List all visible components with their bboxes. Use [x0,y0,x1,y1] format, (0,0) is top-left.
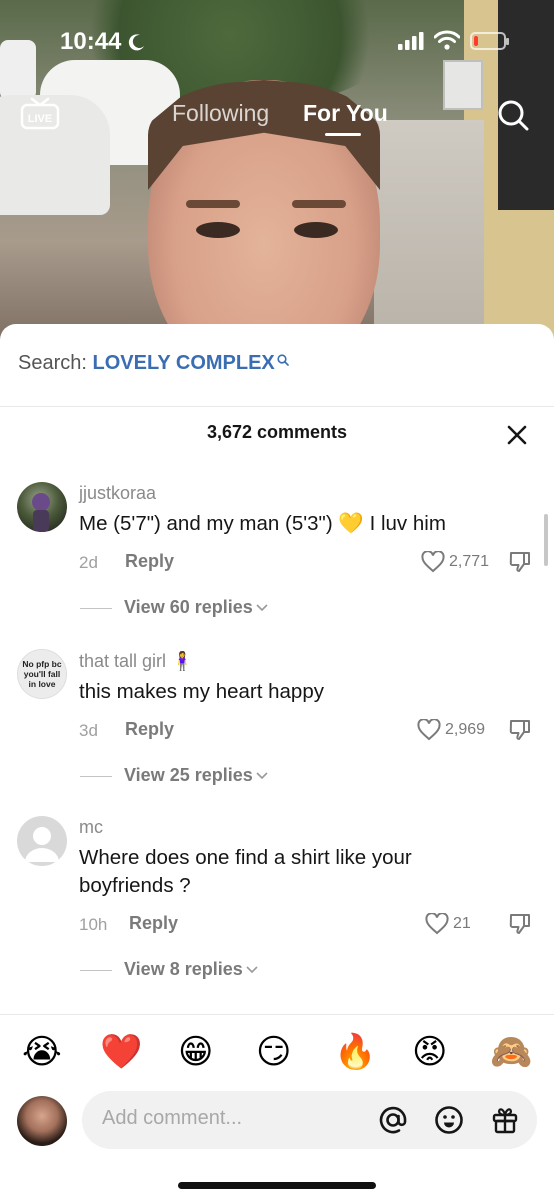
like-count: 2,969 [445,721,486,738]
view-replies-button[interactable]: View 25 replies [80,765,268,786]
comment-time: 3d [79,721,98,740]
emoji-fire[interactable]: 🔥 [334,1028,376,1076]
status-bar: 10:44 [0,0,554,84]
view-replies-label: View 25 replies [124,765,253,785]
thumbs-down-icon[interactable] [508,550,532,574]
emoji-crying[interactable]: 😭 [22,1028,62,1076]
emoji-grin[interactable]: 😁 [178,1028,213,1076]
emoji-heart[interactable]: ❤️ [100,1028,142,1076]
cellular-signal-icon [398,32,424,50]
view-replies-label: View 60 replies [124,597,253,617]
comment-placeholder: Add comment... [102,1107,243,1129]
moon-icon [128,34,144,51]
comment-text: this makes my heart happy [79,680,324,703]
divider [0,1014,554,1015]
comments-count: 3,672 comments [206,422,348,442]
live-label: LIVE [28,113,52,125]
like-count: 21 [453,915,471,932]
reply-button[interactable]: Reply [125,719,174,740]
search-suggestion[interactable]: Search: LOVELY COMPLEX [18,352,289,375]
comment-text: Where does one find a shirt like your bo… [79,846,412,897]
search-icon[interactable] [496,98,530,132]
battery-icon [470,32,509,50]
gift-icon[interactable] [490,1105,520,1135]
live-icon[interactable]: LIVE [20,96,60,130]
emoji-see-no-evil-monkey[interactable]: 🙈 [490,1028,532,1076]
tab-following[interactable]: Following [172,100,269,127]
bg-eye [196,222,240,238]
heart-icon[interactable] [417,719,441,741]
avatar[interactable]: No pfp bc you'll fall in love [17,649,67,699]
bg-brow [292,200,346,208]
avatar[interactable] [17,482,67,532]
search-prefix: Search: [18,352,87,374]
avatar[interactable] [17,816,67,866]
thumbs-down-icon[interactable] [508,718,532,742]
comment-time: 10h [79,915,108,934]
emoji-smirk[interactable]: 😏 [256,1028,291,1076]
home-indicator[interactable] [178,1182,376,1189]
heart-icon[interactable] [421,551,445,573]
reply-button[interactable]: Reply [129,913,178,934]
tab-for-you[interactable]: For You [303,100,388,127]
heart-icon[interactable] [425,913,449,935]
chevron-down-icon [256,604,268,612]
view-replies-button[interactable]: View 60 replies [80,597,268,618]
like-count: 2,771 [449,553,490,570]
status-time: 10:44 [60,28,122,55]
comment-input[interactable]: Add comment... [82,1091,537,1149]
search-term[interactable]: LOVELY COMPLEX [93,352,275,374]
top-nav: LIVE Following For You [0,90,554,140]
comment-username[interactable]: mc [79,817,103,838]
bg-stairs [374,120,484,345]
default-avatar-icon [25,827,59,862]
bg-brow [186,200,240,208]
comment-text: Me (5'7") and my man (5'3") 💛 I luv him [79,512,446,535]
view-replies-label: View 8 replies [124,959,243,979]
comment-time: 2d [79,553,98,572]
comments-sheet: Search: LOVELY COMPLEX 3,672 comments jj… [0,324,554,1200]
chevron-down-icon [246,966,258,974]
emoji-angry[interactable]: 😡 [412,1028,447,1076]
current-user-avatar[interactable] [17,1096,67,1146]
divider [0,406,554,407]
wifi-icon [434,30,460,50]
comment-username[interactable]: that tall girl 🧍‍♀️ [79,651,193,672]
emoji-picker-icon[interactable] [434,1105,464,1135]
avatar-text: No pfp bc you'll fall in love [22,659,62,689]
bg-eye [294,222,338,238]
close-icon[interactable] [505,423,529,447]
chevron-down-icon [256,772,268,780]
scrollbar[interactable] [544,514,548,566]
quick-emoji-bar: 😭 ❤️ 😁 😏 🔥 😡 🙈 [0,1028,554,1080]
mini-search-icon [277,354,289,366]
reply-button[interactable]: Reply [125,551,174,572]
mention-at-icon[interactable] [378,1105,408,1135]
thumbs-down-icon[interactable] [508,912,532,936]
view-replies-button[interactable]: View 8 replies [80,959,258,980]
comment-username[interactable]: jjustkoraa [79,483,156,504]
active-tab-indicator [325,133,361,136]
